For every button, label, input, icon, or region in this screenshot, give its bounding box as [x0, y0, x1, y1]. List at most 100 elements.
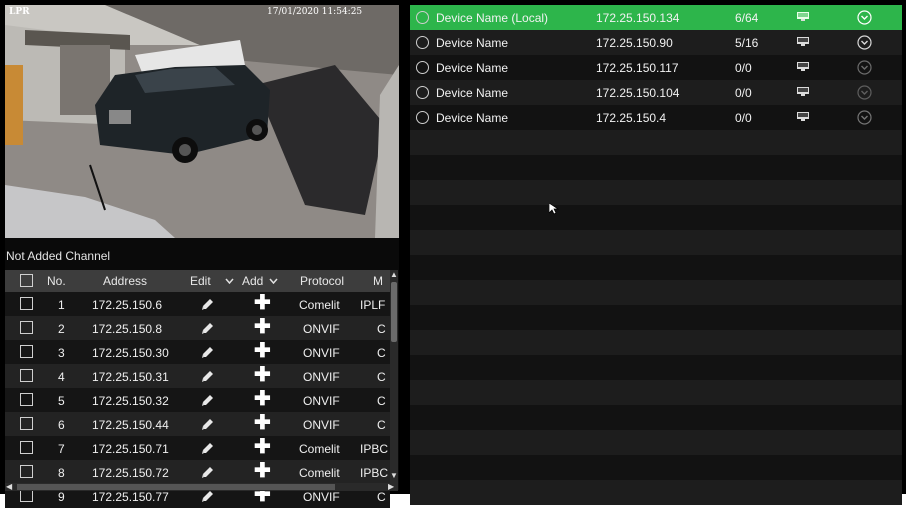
horizontal-scroll-thumb[interactable] — [17, 484, 335, 490]
plus-icon[interactable]: ✚ — [254, 389, 271, 409]
edit-chevron-down-icon[interactable] — [225, 278, 234, 284]
table-row[interactable]: 8 172.25.150.72 ✚ Comelit IPBC — [5, 460, 390, 484]
device-row-background — [410, 405, 902, 430]
row-address: 172.25.150.8 — [92, 322, 163, 336]
device-radio[interactable] — [416, 36, 429, 49]
device-row-background — [410, 480, 902, 505]
device-row-background — [410, 455, 902, 480]
row-checkbox[interactable] — [20, 321, 33, 334]
row-checkbox[interactable] — [20, 345, 33, 358]
row-checkbox[interactable] — [20, 393, 33, 406]
row-checkbox[interactable] — [20, 417, 33, 430]
plus-icon[interactable]: ✚ — [254, 317, 271, 337]
header-protocol[interactable]: Protocol — [300, 274, 344, 288]
device-ip: 172.25.150.4 — [596, 111, 667, 125]
device-row-background — [410, 355, 902, 380]
device-row[interactable]: Device Name 172.25.150.4 0/0 — [410, 105, 902, 130]
monitor-icon[interactable] — [797, 112, 809, 121]
device-ip: 172.25.150.104 — [596, 86, 680, 100]
row-no: 2 — [58, 322, 65, 336]
scroll-left-icon[interactable]: ◀ — [6, 483, 12, 491]
device-row[interactable]: Device Name 172.25.150.104 0/0 — [410, 80, 902, 105]
row-model: IPBC — [360, 442, 389, 456]
vertical-scrollbar[interactable]: ▲ ▼ — [390, 270, 398, 483]
device-row-background — [410, 255, 902, 280]
row-address: 172.25.150.44 — [92, 418, 169, 432]
device-row[interactable]: Device Name 172.25.150.117 0/0 — [410, 55, 902, 80]
row-no: 6 — [58, 418, 65, 432]
device-row[interactable]: Device Name 172.25.150.90 5/16 — [410, 30, 902, 55]
plus-icon[interactable]: ✚ — [254, 413, 271, 433]
row-model: C — [377, 322, 386, 336]
plus-icon[interactable]: ✚ — [254, 437, 271, 457]
select-all-checkbox[interactable] — [20, 274, 33, 287]
chevron-down-circle-icon[interactable] — [857, 60, 872, 75]
monitor-icon[interactable] — [797, 87, 809, 96]
app-frame: LPR 17/01/2020 11:54:25 Not Added Channe… — [0, 0, 906, 508]
table-row[interactable]: 3 172.25.150.30 ✚ ONVIF C — [5, 340, 390, 364]
horizontal-scrollbar[interactable]: ◀ ▶ — [5, 483, 398, 491]
pencil-icon[interactable] — [201, 441, 215, 455]
device-row-background — [410, 180, 902, 205]
pencil-icon[interactable] — [201, 465, 215, 479]
row-no: 9 — [58, 490, 65, 504]
row-checkbox[interactable] — [20, 369, 33, 382]
row-checkbox[interactable] — [20, 465, 33, 478]
pencil-icon[interactable] — [201, 321, 215, 335]
monitor-icon[interactable] — [797, 12, 809, 21]
chevron-down-circle-icon[interactable] — [857, 10, 872, 25]
row-no: 5 — [58, 394, 65, 408]
mouse-cursor-icon — [549, 203, 559, 215]
row-model: C — [377, 346, 386, 360]
pencil-icon[interactable] — [201, 417, 215, 431]
row-model: C — [377, 394, 386, 408]
row-model: IPLF — [360, 298, 386, 312]
monitor-icon[interactable] — [797, 62, 809, 71]
pencil-icon[interactable] — [201, 489, 215, 503]
device-row[interactable]: Device Name (Local) 172.25.150.134 6/64 — [410, 5, 902, 30]
header-add[interactable]: Add — [242, 274, 263, 288]
row-model: C — [377, 490, 386, 504]
table-row[interactable]: 7 172.25.150.71 ✚ Comelit IPBC — [5, 436, 390, 460]
header-no[interactable]: No. — [47, 274, 66, 288]
device-radio[interactable] — [416, 11, 429, 24]
scroll-up-icon[interactable]: ▲ — [390, 271, 398, 279]
device-channel-count: 5/16 — [735, 36, 759, 50]
device-ip: 172.25.150.117 — [596, 61, 679, 75]
pencil-icon[interactable] — [201, 297, 215, 311]
header-more[interactable]: M — [373, 274, 383, 288]
chevron-down-circle-icon[interactable] — [857, 110, 872, 125]
scroll-right-icon[interactable]: ▶ — [388, 483, 394, 491]
table-row[interactable]: 1 172.25.150.6 ✚ Comelit IPLF — [5, 292, 390, 316]
row-checkbox[interactable] — [20, 441, 33, 454]
device-channel-count: 6/64 — [735, 11, 759, 25]
device-radio[interactable] — [416, 61, 429, 74]
device-ip: 172.25.150.90 — [596, 36, 673, 50]
row-protocol: ONVIF — [303, 322, 340, 336]
pencil-icon[interactable] — [201, 345, 215, 359]
vertical-scroll-thumb[interactable] — [391, 282, 397, 342]
add-chevron-down-icon[interactable] — [269, 278, 278, 284]
row-checkbox[interactable] — [20, 297, 33, 310]
header-address[interactable]: Address — [103, 274, 147, 288]
camera-preview[interactable]: LPR 17/01/2020 11:54:25 — [5, 5, 399, 238]
monitor-icon[interactable] — [797, 37, 809, 46]
plus-icon[interactable]: ✚ — [254, 461, 271, 481]
device-radio[interactable] — [416, 111, 429, 124]
chevron-down-circle-icon[interactable] — [857, 35, 872, 50]
table-row[interactable]: 6 172.25.150.44 ✚ ONVIF C — [5, 412, 390, 436]
scroll-down-icon[interactable]: ▼ — [390, 472, 398, 480]
header-edit[interactable]: Edit — [190, 274, 211, 288]
table-row[interactable]: 4 172.25.150.31 ✚ ONVIF C — [5, 364, 390, 388]
table-row[interactable]: 5 172.25.150.32 ✚ ONVIF C — [5, 388, 390, 412]
pencil-icon[interactable] — [201, 369, 215, 383]
plus-icon[interactable]: ✚ — [254, 293, 271, 313]
left-panel: LPR 17/01/2020 11:54:25 Not Added Channe… — [5, 5, 399, 508]
camera-name: LPR — [9, 7, 30, 17]
pencil-icon[interactable] — [201, 393, 215, 407]
device-radio[interactable] — [416, 86, 429, 99]
plus-icon[interactable]: ✚ — [254, 365, 271, 385]
table-row[interactable]: 2 172.25.150.8 ✚ ONVIF C — [5, 316, 390, 340]
chevron-down-circle-icon[interactable] — [857, 85, 872, 100]
plus-icon[interactable]: ✚ — [254, 341, 271, 361]
